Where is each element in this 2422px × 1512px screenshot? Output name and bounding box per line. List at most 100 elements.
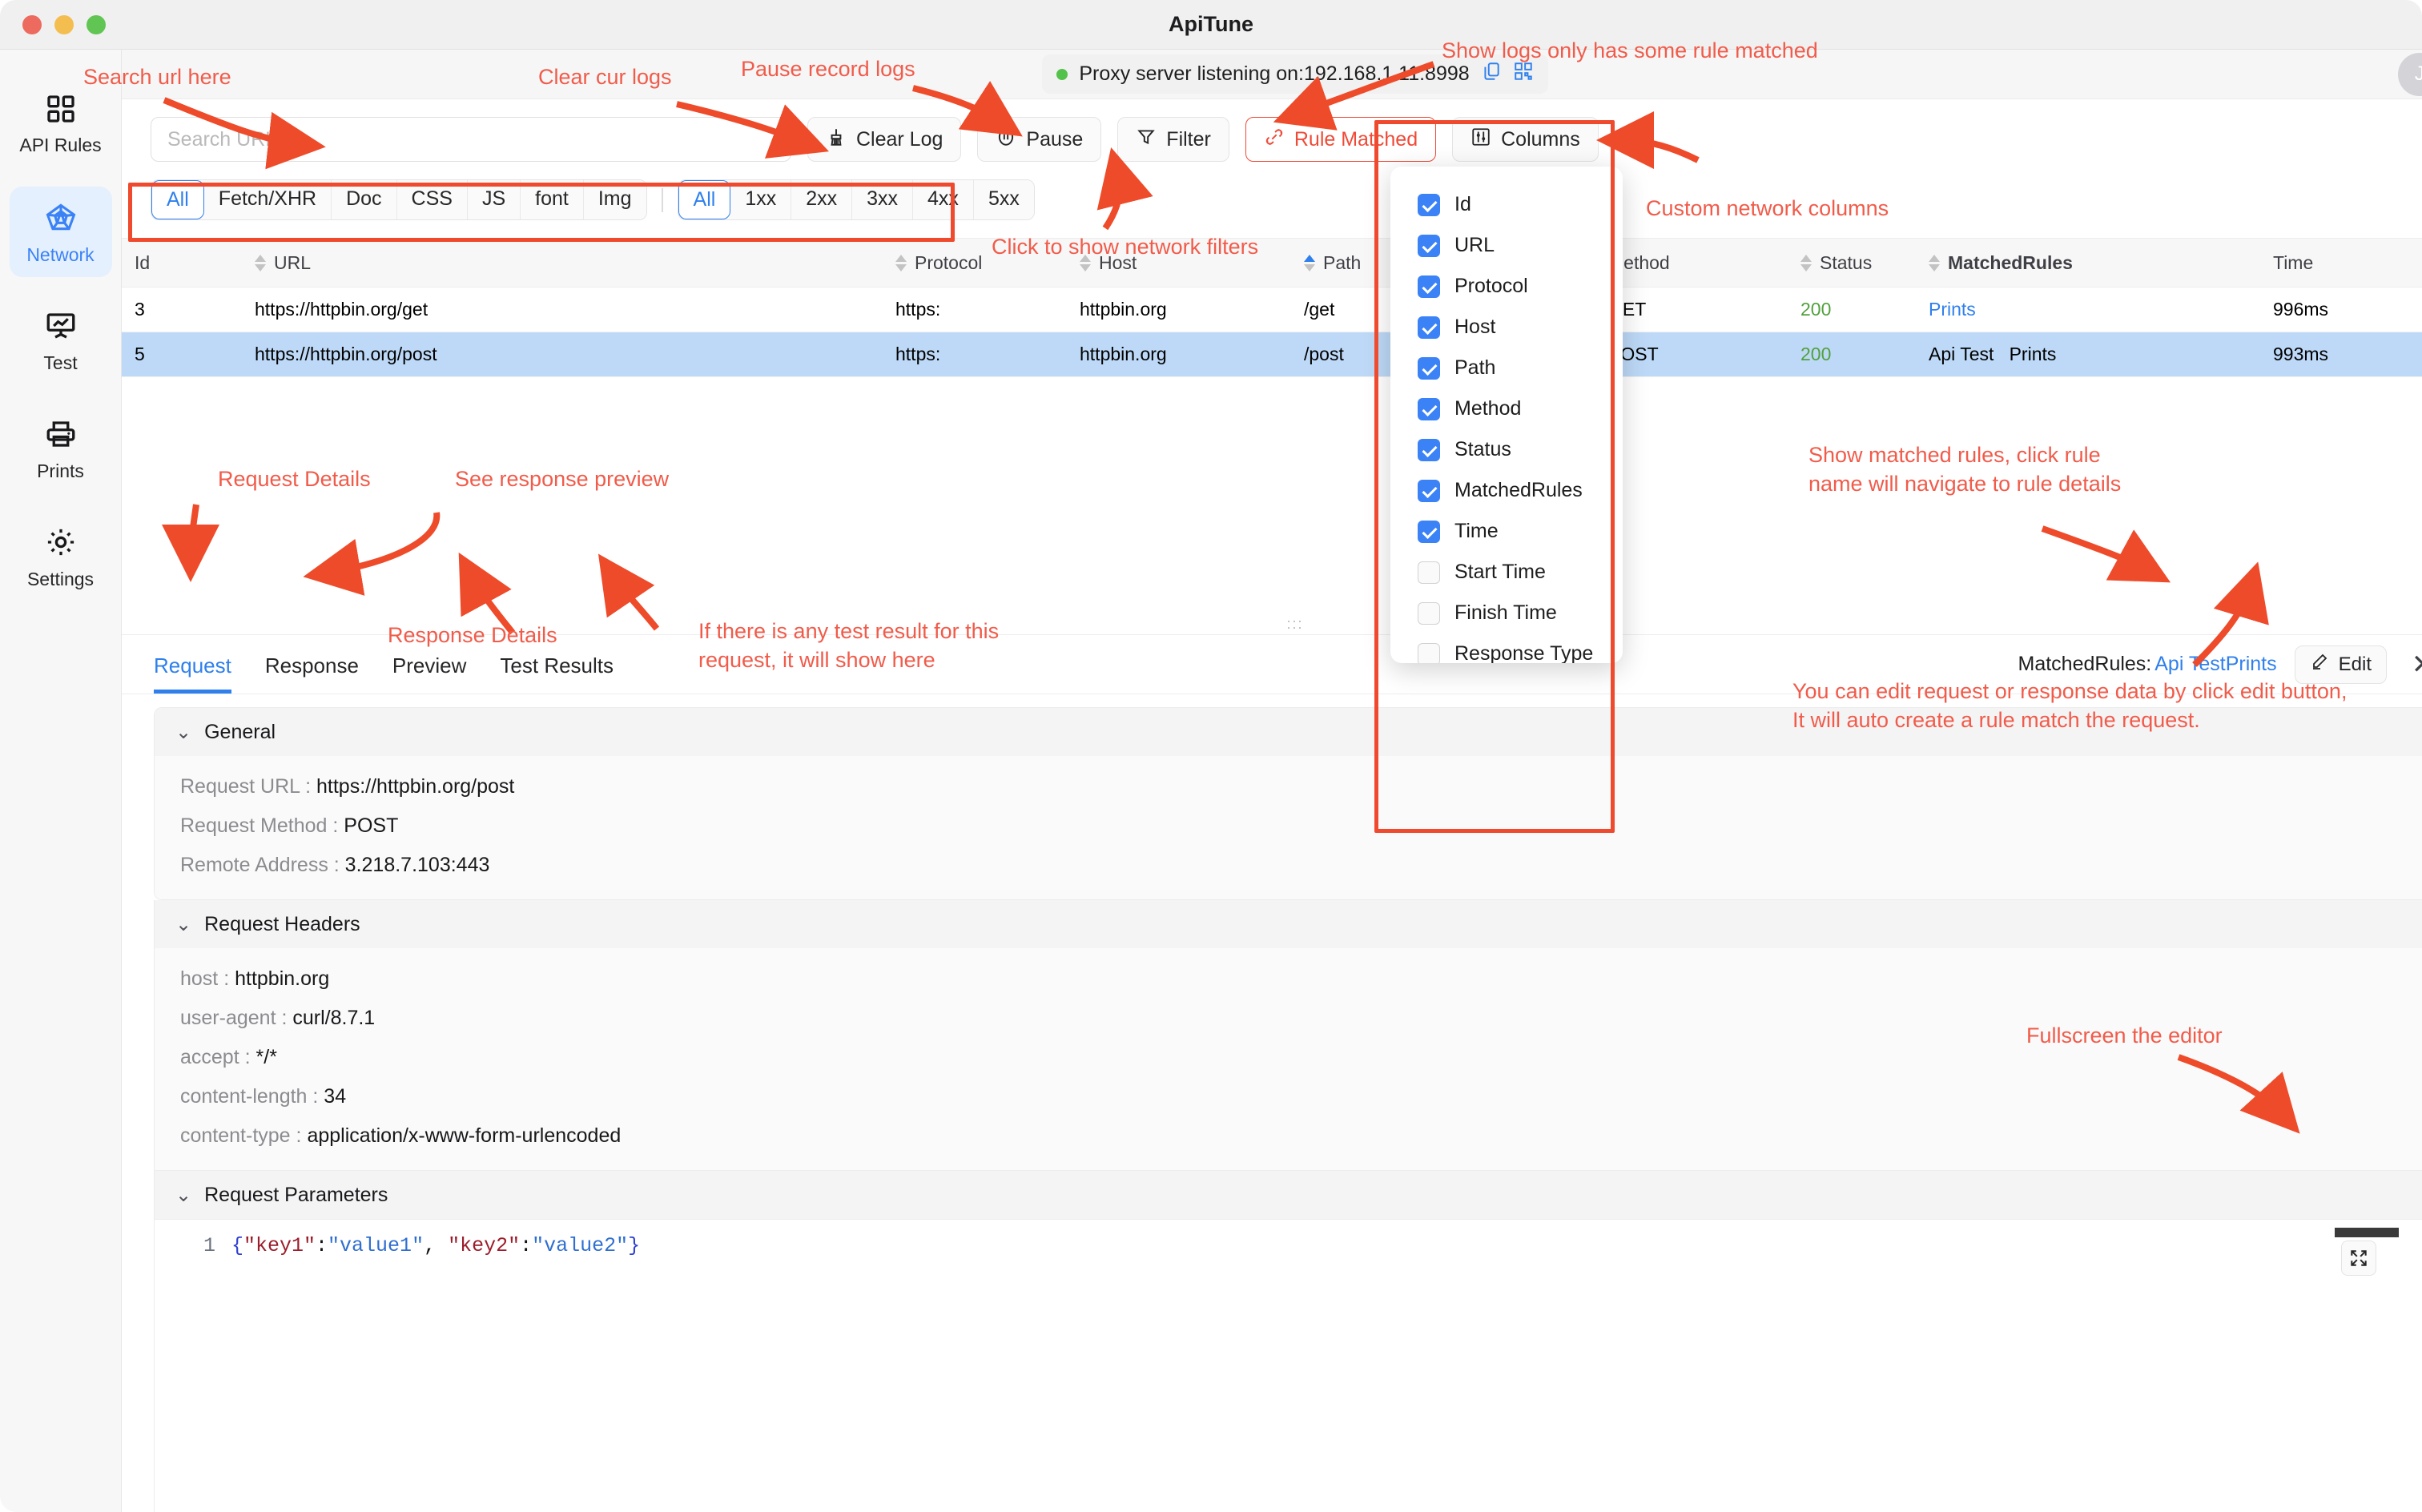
- columns-option-path[interactable]: Path: [1390, 348, 1623, 388]
- checkbox-icon[interactable]: [1418, 643, 1440, 664]
- tab-preview[interactable]: Preview: [392, 653, 466, 694]
- col-header-time[interactable]: Time: [2260, 239, 2422, 287]
- checkbox-icon[interactable]: [1418, 316, 1440, 339]
- minimize-window-button[interactable]: [54, 15, 74, 34]
- sidebar-item-prints[interactable]: Prints: [10, 404, 112, 493]
- sidebar-item-api-rules[interactable]: API Rules: [10, 80, 112, 167]
- proxy-status-pill[interactable]: Proxy server listening on:192.168.1.11:8…: [1042, 54, 1547, 94]
- checkbox-icon[interactable]: [1418, 235, 1440, 257]
- col-header-url[interactable]: URL: [242, 239, 883, 287]
- matched-rule-link[interactable]: Prints: [2010, 344, 2057, 364]
- checkbox-icon[interactable]: [1418, 439, 1440, 461]
- maximize-window-button[interactable]: [86, 15, 106, 34]
- kv-key: Request Method :: [180, 814, 338, 837]
- type-chip-doc[interactable]: Doc: [332, 180, 396, 219]
- columns-option-url[interactable]: URL: [1390, 225, 1623, 266]
- table-row[interactable]: 5 https://httpbin.org/post https: httpbi…: [122, 332, 2422, 377]
- type-chip-font[interactable]: font: [521, 180, 584, 219]
- type-chip-fetch-xhr[interactable]: Fetch/XHR: [204, 180, 332, 219]
- clear-log-button[interactable]: Clear Log: [807, 117, 961, 162]
- sidebar-item-label: Network: [26, 244, 94, 266]
- checkbox-icon[interactable]: [1418, 561, 1440, 584]
- checkbox-icon[interactable]: [1418, 480, 1440, 502]
- section-request-parameters-header[interactable]: ⌄ Request Parameters: [155, 1171, 2422, 1219]
- columns-option-time[interactable]: Time: [1390, 511, 1623, 552]
- columns-button[interactable]: Columns: [1452, 117, 1599, 162]
- close-window-button[interactable]: [22, 15, 42, 34]
- kv-row: Remote Address : 3.218.7.103:443: [155, 846, 2422, 885]
- panel-splitter-handle[interactable]: :::: [122, 609, 2422, 634]
- matched-rules-label: MatchedRules:: [2018, 653, 2152, 676]
- section-request-headers-header[interactable]: ⌄ Request Headers: [155, 900, 2422, 948]
- rule-matched-button[interactable]: Rule Matched: [1245, 117, 1436, 162]
- matched-rules-link[interactable]: Api TestPrints: [2154, 653, 2276, 676]
- columns-option-finish-time[interactable]: Finish Time: [1390, 593, 1623, 633]
- col-header-method[interactable]: Method: [1595, 239, 1788, 287]
- sidebar-item-network[interactable]: Network: [10, 187, 112, 277]
- status-chip-1xx[interactable]: 1xx: [730, 180, 791, 219]
- type-chip-all[interactable]: All: [151, 180, 204, 219]
- code-content[interactable]: {"key1":"value1", "key2":"value2"}: [231, 1220, 2422, 1512]
- fullscreen-icon[interactable]: [2341, 1241, 2376, 1276]
- sort-icon[interactable]: [1929, 255, 1940, 271]
- type-chip-img[interactable]: Img: [584, 180, 646, 219]
- search-input[interactable]: [151, 117, 791, 162]
- tab-request[interactable]: Request: [154, 653, 231, 694]
- columns-option-method[interactable]: Method: [1390, 388, 1623, 429]
- tab-test-results[interactable]: Test Results: [500, 653, 614, 694]
- pause-button[interactable]: Pause: [977, 117, 1101, 162]
- type-chip-css[interactable]: CSS: [397, 180, 468, 219]
- qrcode-icon[interactable]: [1513, 61, 1534, 87]
- matched-rule-link[interactable]: Api Test: [1929, 344, 1994, 364]
- sidebar-item-settings[interactable]: Settings: [10, 513, 112, 601]
- type-chip-js[interactable]: JS: [468, 180, 521, 219]
- columns-option-id[interactable]: Id: [1390, 184, 1623, 225]
- cell-protocol: https:: [883, 299, 1067, 320]
- columns-dropdown[interactable]: Id URL Protocol Host Path Method Status …: [1390, 167, 1623, 663]
- status-chip-4xx[interactable]: 4xx: [913, 180, 974, 219]
- code-editor[interactable]: 1 {"key1":"value1", "key2":"value2"}: [155, 1219, 2422, 1512]
- close-icon[interactable]: ✕: [2404, 646, 2422, 683]
- checkbox-icon[interactable]: [1418, 602, 1440, 625]
- sidebar-item-test[interactable]: Test: [10, 296, 112, 385]
- col-header-status[interactable]: Status: [1788, 239, 1916, 287]
- kv-value: POST: [344, 814, 398, 837]
- matched-rule-link[interactable]: Prints: [1929, 299, 1976, 320]
- col-header-host[interactable]: Host: [1067, 239, 1291, 287]
- col-header-protocol[interactable]: Protocol: [883, 239, 1067, 287]
- checkbox-icon[interactable]: [1418, 357, 1440, 380]
- sidebar-item-label: API Rules: [19, 135, 101, 156]
- sort-icon[interactable]: [1800, 255, 1812, 271]
- cell-host: httpbin.org: [1067, 344, 1291, 365]
- checkbox-icon[interactable]: [1418, 194, 1440, 216]
- sort-icon[interactable]: [255, 255, 266, 271]
- status-chip-2xx[interactable]: 2xx: [791, 180, 852, 219]
- edit-button[interactable]: Edit: [2295, 645, 2387, 684]
- filter-button[interactable]: Filter: [1117, 117, 1229, 162]
- columns-option-start-time[interactable]: Start Time: [1390, 552, 1623, 593]
- tab-response[interactable]: Response: [265, 653, 359, 694]
- avatar[interactable]: J: [2398, 53, 2422, 96]
- status-chip-5xx[interactable]: 5xx: [974, 180, 1034, 219]
- columns-option-protocol[interactable]: Protocol: [1390, 266, 1623, 307]
- columns-option-host[interactable]: Host: [1390, 307, 1623, 348]
- kv-value: */*: [256, 1046, 277, 1068]
- status-chip-3xx[interactable]: 3xx: [852, 180, 913, 219]
- sort-icon[interactable]: [1304, 255, 1315, 271]
- columns-option-status[interactable]: Status: [1390, 429, 1623, 470]
- col-header-id[interactable]: Id: [122, 239, 242, 287]
- section-general-header[interactable]: ⌄ General: [155, 708, 2422, 756]
- sort-icon[interactable]: [895, 255, 907, 271]
- columns-option-response-type[interactable]: Response Type: [1390, 633, 1623, 663]
- checkbox-icon[interactable]: [1418, 275, 1440, 298]
- sort-icon[interactable]: [1080, 255, 1091, 271]
- table-row[interactable]: 3 https://httpbin.org/get https: httpbin…: [122, 288, 2422, 332]
- copy-icon[interactable]: [1481, 61, 1502, 87]
- columns-option-matchedrules[interactable]: MatchedRules: [1390, 470, 1623, 511]
- window-controls[interactable]: [0, 15, 106, 34]
- checkbox-icon[interactable]: [1418, 521, 1440, 543]
- checkbox-icon[interactable]: [1418, 398, 1440, 420]
- table-body: 3 https://httpbin.org/get https: httpbin…: [122, 288, 2422, 377]
- status-chip-all[interactable]: All: [678, 180, 731, 219]
- col-header-matchedrules[interactable]: MatchedRules: [1916, 239, 2260, 287]
